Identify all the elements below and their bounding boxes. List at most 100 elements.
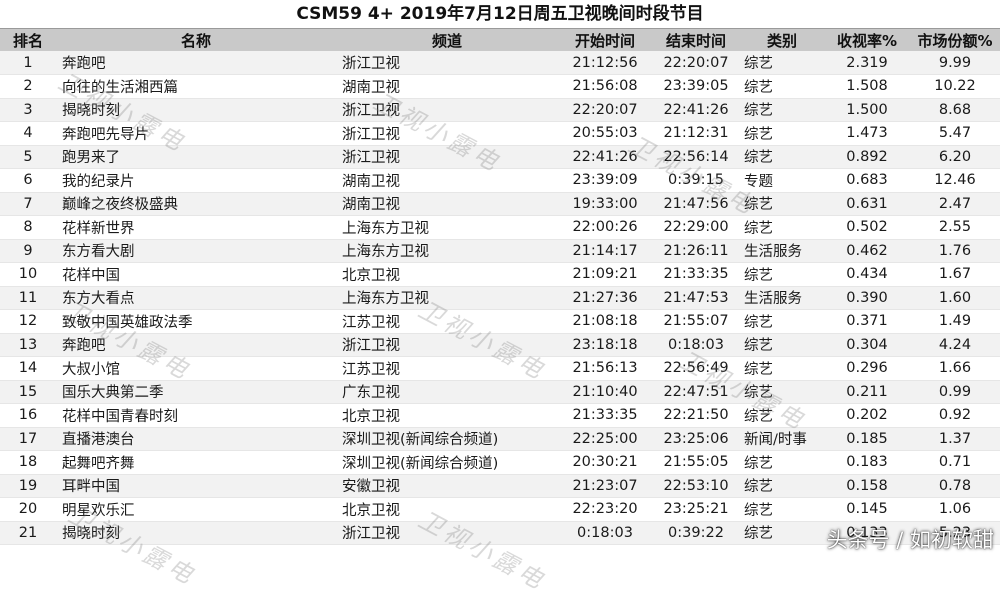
cell-type: 综艺 (740, 74, 824, 99)
cell-share: 1.06 (910, 497, 1000, 522)
cell-type: 综艺 (740, 356, 824, 381)
cell-type: 生活服务 (740, 286, 824, 310)
cell-start-time: 21:09:21 (558, 262, 652, 287)
cell-rank: 12 (0, 309, 56, 334)
cell-end-time: 21:47:53 (652, 286, 740, 310)
table-row: 14 大叔小馆 江苏卫视 21:56:13 22:56:49 综艺 0.296 1.66 (0, 356, 1000, 381)
cell-channel: 浙江卫视 (336, 51, 558, 75)
cell-rank: 11 (0, 286, 56, 310)
cell-rating: 0.892 (824, 145, 910, 169)
cell-type: 新闻/时事 (740, 427, 824, 451)
cell-share: 1.49 (910, 309, 1000, 334)
cell-channel: 深圳卫视(新闻综合频道) (336, 427, 558, 451)
cell-program-name: 揭晓时刻 (56, 521, 336, 545)
cell-end-time: 22:56:14 (652, 145, 740, 169)
table-row: 1 奔跑吧 浙江卫视 21:12:56 22:20:07 综艺 2.319 9.99 (0, 51, 1000, 75)
cell-rank: 14 (0, 356, 56, 381)
cell-start-time: 19:33:00 (558, 192, 652, 216)
table-row: 6 我的纪录片 湖南卫视 23:39:09 0:39:15 专题 0.683 12.46 (0, 168, 1000, 193)
cell-channel: 浙江卫视 (336, 98, 558, 122)
cell-start-time: 23:18:18 (558, 333, 652, 357)
table-row: 2 向往的生活湘西篇 湖南卫视 21:56:08 23:39:05 综艺 1.508 10.2… (0, 74, 1000, 99)
cell-share: 1.76 (910, 239, 1000, 263)
cell-channel: 浙江卫视 (336, 121, 558, 146)
cell-start-time: 21:10:40 (558, 380, 652, 404)
cell-rating: 0.185 (824, 427, 910, 451)
cell-rating: 0.296 (824, 356, 910, 381)
cell-type: 综艺 (740, 521, 824, 545)
table-row: 12 致敬中国英雄政法季 江苏卫视 21:08:18 21:55:07 综艺 0.371 1.… (0, 309, 1000, 334)
cell-end-time: 22:56:49 (652, 356, 740, 381)
cell-program-name: 花样中国青春时刻 (56, 403, 336, 428)
cell-rank: 4 (0, 121, 56, 146)
cell-start-time: 21:56:13 (558, 356, 652, 381)
cell-type: 综艺 (740, 215, 824, 240)
header-rank: 排名 (12, 31, 43, 50)
cell-program-name: 揭晓时刻 (56, 98, 336, 122)
table-body: 1 奔跑吧 浙江卫视 21:12:56 22:20:07 综艺 2.319 9.99 2 向往的生… (0, 51, 1000, 545)
cell-rank: 6 (0, 168, 56, 193)
cell-rating: 0.390 (824, 286, 910, 310)
cell-start-time: 22:20:07 (558, 98, 652, 122)
cell-end-time: 22:20:07 (652, 51, 740, 75)
cell-type: 专题 (740, 168, 824, 193)
cell-type: 综艺 (740, 145, 824, 169)
cell-rating: 0.304 (824, 333, 910, 357)
cell-rank: 1 (0, 51, 56, 75)
cell-channel: 深圳卫视(新闻综合频道) (336, 450, 558, 475)
cell-channel: 北京卫视 (336, 403, 558, 428)
cell-program-name: 国乐大典第二季 (56, 380, 336, 404)
cell-channel: 上海东方卫视 (336, 286, 558, 310)
cell-channel: 浙江卫视 (336, 521, 558, 545)
cell-channel: 上海东方卫视 (336, 215, 558, 240)
cell-start-time: 21:14:17 (558, 239, 652, 263)
cell-start-time: 21:27:36 (558, 286, 652, 310)
cell-rating: 0.371 (824, 309, 910, 334)
table-row: 15 国乐大典第二季 广东卫视 21:10:40 22:47:51 综艺 0.211 0.99 (0, 380, 1000, 404)
table-row: 10 花样中国 北京卫视 21:09:21 21:33:35 综艺 0.434 1.67 (0, 262, 1000, 287)
table-row: 3 揭晓时刻 浙江卫视 22:20:07 22:41:26 综艺 1.500 8.68 (0, 98, 1000, 122)
cell-rating: 2.319 (824, 51, 910, 75)
cell-share: 0.78 (910, 474, 1000, 498)
cell-share: 2.55 (910, 215, 1000, 240)
table-row: 5 跑男来了 浙江卫视 22:41:26 22:56:14 综艺 0.892 6.20 (0, 145, 1000, 169)
cell-rank: 5 (0, 145, 56, 169)
cell-type: 综艺 (740, 309, 824, 334)
cell-end-time: 21:26:11 (652, 239, 740, 263)
cell-program-name: 花样中国 (56, 262, 336, 287)
cell-share: 1.37 (910, 427, 1000, 451)
cell-type: 综艺 (740, 192, 824, 216)
cell-channel: 安徽卫视 (336, 474, 558, 498)
cell-type: 综艺 (740, 450, 824, 475)
cell-program-name: 奔跑吧先导片 (56, 121, 336, 146)
cell-share: 4.24 (910, 333, 1000, 357)
cell-rating: 0.631 (824, 192, 910, 216)
cell-share: 6.20 (910, 145, 1000, 169)
cell-rating: 0.145 (824, 497, 910, 522)
cell-program-name: 我的纪录片 (56, 168, 336, 193)
cell-end-time: 21:12:31 (652, 121, 740, 146)
cell-share: 10.22 (910, 74, 1000, 99)
header-name: 名称 (180, 31, 211, 50)
cell-rating: 0.502 (824, 215, 910, 240)
ratings-table: 排名 名称 频道 开始时间 结束时间 类别 收视率% 市场份额% 1 奔跑吧 浙江卫… (0, 29, 1000, 545)
cell-share: 0.71 (910, 450, 1000, 475)
cell-end-time: 23:25:21 (652, 497, 740, 522)
table-row: 8 花样新世界 上海东方卫视 22:00:26 22:29:00 综艺 0.502 2.55 (0, 215, 1000, 240)
cell-share: 9.99 (910, 51, 1000, 75)
cell-rank: 20 (0, 497, 56, 522)
cell-channel: 上海东方卫视 (336, 239, 558, 263)
cell-type: 综艺 (740, 497, 824, 522)
cell-type: 综艺 (740, 403, 824, 428)
table-row: 18 起舞吧齐舞 深圳卫视(新闻综合频道) 20:30:21 21:55:05 综艺 0.1… (0, 450, 1000, 475)
cell-rank: 2 (0, 74, 56, 99)
cell-program-name: 明星欢乐汇 (56, 497, 336, 522)
cell-channel: 北京卫视 (336, 262, 558, 287)
cell-program-name: 巅峰之夜终极盛典 (56, 192, 336, 216)
cell-channel: 湖南卫视 (336, 74, 558, 99)
cell-program-name: 致敬中国英雄政法季 (56, 309, 336, 334)
cell-rank: 15 (0, 380, 56, 404)
cell-channel: 浙江卫视 (336, 145, 558, 169)
cell-program-name: 奔跑吧 (56, 333, 336, 357)
cell-share: 12.46 (910, 168, 1000, 193)
